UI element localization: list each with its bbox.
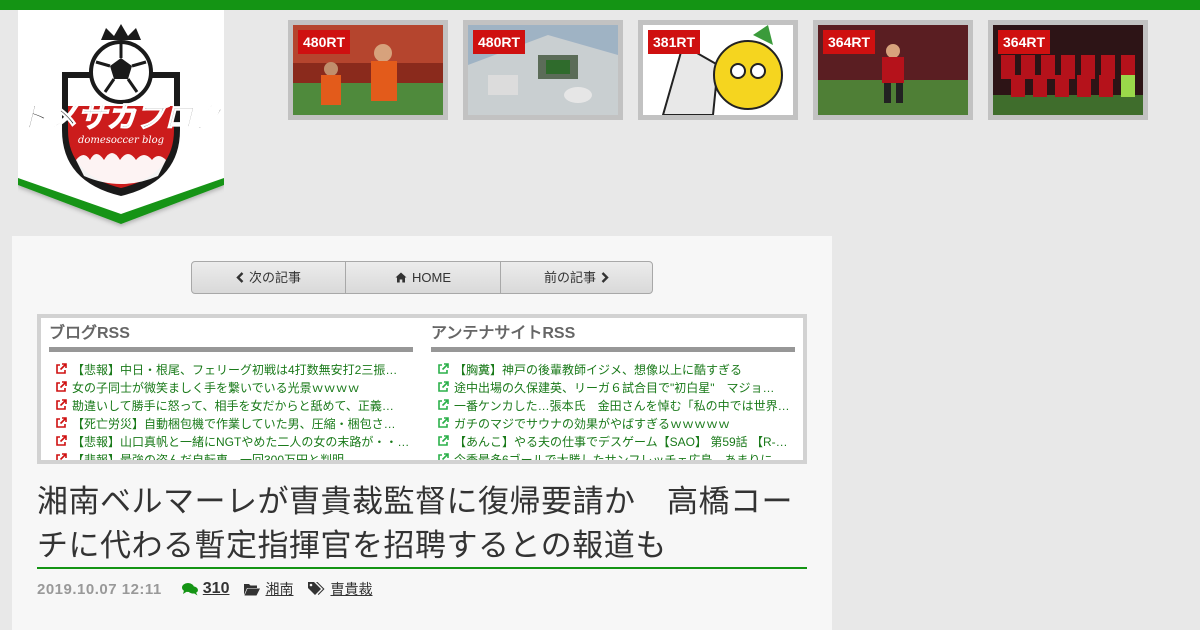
popular-post-thumb-1[interactable]: 480RT [288, 20, 448, 120]
rt-badge: 364RT [823, 30, 876, 54]
comments-icon [181, 583, 198, 596]
thumb-image-mascots: 381RT [643, 25, 793, 115]
category: 湘南 [244, 579, 293, 599]
list-item[interactable]: 一番ケンカした…張本氏 金田さんを悼む「私の中では世界… [431, 396, 795, 414]
blog-rss-column: ブログRSS 【悲報】中日・根尾、フェリーグ初戦は4打数無安打2三振… 女の子同… [49, 318, 413, 460]
next-article-button[interactable]: 次の記事 [192, 262, 345, 293]
external-link-icon [438, 381, 449, 392]
popular-post-thumb-4[interactable]: 364RT [813, 20, 973, 120]
list-item[interactable]: 勘違いして勝手に怒って、相手を女だからと舐めて、正義… [49, 396, 413, 414]
list-item[interactable]: 【胸糞】神戸の後輩教師イジメ、想像以上に酷すぎる [431, 360, 795, 378]
logo-text: ドメサカブログ [19, 100, 224, 134]
chevron-left-icon [236, 272, 244, 283]
list-item[interactable]: 女の子同士が微笑ましく手を繋いでいる光景ｗｗｗｗ [49, 378, 413, 396]
popular-post-thumb-3[interactable]: 381RT [638, 20, 798, 120]
tags-icon [308, 582, 325, 595]
category-link[interactable]: 湘南 [265, 579, 293, 599]
external-link-icon [56, 417, 67, 428]
title-divider [37, 567, 807, 569]
thumb-image-stadium-model: 480RT [468, 25, 618, 115]
article-meta: 2019.10.07 12:11 310 湘南 曺貴裁 [37, 578, 372, 600]
rt-badge: 364RT [998, 30, 1051, 54]
popular-post-thumb-2[interactable]: 480RT [463, 20, 623, 120]
list-item[interactable]: 途中出場の久保建英、リーガ６試合目で"初白星" マジョ… [431, 378, 795, 396]
prev-article-button[interactable]: 前の記事 [500, 262, 652, 293]
home-label: HOME [412, 270, 451, 285]
rt-badge: 480RT [298, 30, 351, 54]
rss-feeds-box: ブログRSS 【悲報】中日・根尾、フェリーグ初戦は4打数無安打2三振… 女の子同… [37, 314, 807, 464]
external-link-icon [438, 363, 449, 374]
home-icon [395, 272, 407, 283]
antenna-rss-heading: アンテナサイトRSS [431, 324, 795, 352]
logo-subtext: domesoccer blog [78, 135, 164, 146]
external-link-icon [56, 453, 67, 460]
list-item[interactable]: ガチのマジでサウナの効果がやばすぎるｗｗｗｗｗ [431, 414, 795, 432]
external-link-icon [56, 363, 67, 374]
external-link-icon [438, 417, 449, 428]
home-button[interactable]: HOME [345, 262, 500, 293]
popular-post-thumb-5[interactable]: 364RT [988, 20, 1148, 120]
external-link-icon [56, 399, 67, 410]
rt-badge: 381RT [648, 30, 701, 54]
blog-rss-list: 【悲報】中日・根尾、フェリーグ初戦は4打数無安打2三振… 女の子同士が微笑ましく… [49, 360, 413, 460]
blog-rss-heading: ブログRSS [49, 324, 413, 352]
list-item[interactable]: 【悲報】中日・根尾、フェリーグ初戦は4打数無安打2三振… [49, 360, 413, 378]
thumb-image-player-running: 364RT [818, 25, 968, 115]
comment-count-link[interactable]: 310 [203, 580, 230, 598]
list-item[interactable]: 今季最多6ゴールで大勝したサンフレッチェ広島 あまりに… [431, 450, 795, 460]
next-article-label: 次の記事 [248, 270, 301, 285]
comment-count: 310 [181, 580, 230, 598]
external-link-icon [438, 453, 449, 460]
thumb-image-players: 480RT [293, 25, 443, 115]
list-item[interactable]: 【あんこ】やる夫の仕事でデスゲーム【SAO】 第59話 【R-… [431, 432, 795, 450]
article-title: 湘南ベルマーレが曺貴裁監督に復帰要請か 高橋コーチに代わる暫定指揮官を招聘すると… [37, 484, 793, 564]
article-panel: 次の記事 HOME 前の記事 ブログRSS 【悲報】中日・根尾、フェリーグ初戦は… [12, 236, 832, 630]
top-accent-bar [0, 0, 1200, 10]
folder-open-icon [244, 583, 261, 595]
chevron-right-icon [601, 272, 609, 283]
site-logo[interactable]: ドメサカブログ domesoccer blog [18, 10, 224, 234]
post-date: 2019.10.07 12:11 [37, 580, 162, 598]
list-item[interactable]: 【悲報】最強の盗んだ自転車、一回300万円と判明 [49, 450, 413, 460]
article-pager: 次の記事 HOME 前の記事 [191, 261, 653, 294]
antenna-rss-list: 【胸糞】神戸の後輩教師イジメ、想像以上に酷すぎる 途中出場の久保建英、リーガ６試… [431, 360, 795, 460]
antenna-rss-column: アンテナサイトRSS 【胸糞】神戸の後輩教師イジメ、想像以上に酷すぎる 途中出場… [431, 318, 795, 460]
external-link-icon [438, 399, 449, 410]
thumb-image-team-photo: 364RT [993, 25, 1143, 115]
list-item[interactable]: 【死亡労災】自動梱包機で作業していた男、圧縮・梱包さ… [49, 414, 413, 432]
rt-badge: 480RT [473, 30, 526, 54]
external-link-icon [56, 381, 67, 392]
external-link-icon [438, 435, 449, 446]
prev-article-label: 前の記事 [543, 270, 596, 285]
tags: 曺貴裁 [308, 579, 372, 599]
list-item[interactable]: 【悲報】山口真帆と一緒にNGTやめた二人の女の末路が・・… [49, 432, 413, 450]
tag-link[interactable]: 曺貴裁 [330, 579, 372, 599]
external-link-icon [56, 435, 67, 446]
